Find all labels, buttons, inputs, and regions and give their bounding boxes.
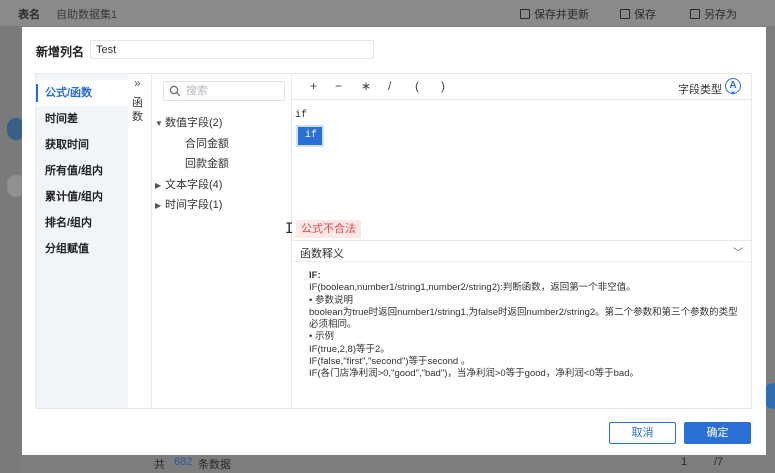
formula-editor-panel: + − ∗ / ( ) 字段类型 A ▼ if if 公式不合法 函数释义 ﹀ …: [292, 74, 751, 408]
category-all-values[interactable]: 所有值/组内: [36, 158, 128, 184]
function-tab-label: 函数: [132, 97, 143, 123]
page-number[interactable]: 1: [681, 456, 687, 468]
category-rank[interactable]: 排名/组内: [36, 210, 128, 236]
field-type-label: 字段类型: [678, 84, 722, 96]
caret-down-icon: ▼: [155, 119, 163, 128]
chevron-down-icon: ▼: [730, 91, 736, 97]
function-description-body: IF: IF(boolean,number1/string1,number2/s…: [309, 270, 739, 381]
total-prefix: 共: [154, 459, 165, 471]
description-line: IF:: [309, 270, 321, 281]
description-line: IF(各门店净利润>0,"good","bad")，当净利润>0等于good，净…: [309, 368, 640, 380]
description-line: IF(false,"first","second")等于second 。: [309, 356, 471, 368]
left-paren-button[interactable]: (: [415, 79, 419, 93]
operator-toolbar: + − ∗ / ( ) 字段类型 A ▼: [292, 74, 751, 100]
category-list: 公式/函数 时间差 获取时间 所有值/组内 累计值/组内 排名/组内 分组赋值: [36, 74, 128, 408]
chevron-down-icon[interactable]: ﹀: [733, 244, 743, 259]
app-left-strip: [0, 26, 20, 473]
dialog-title: 新增列名: [36, 45, 85, 59]
table-name-label: 表名: [18, 9, 40, 21]
field-search-box[interactable]: [163, 81, 285, 101]
formula-error-badge: 公式不合法: [296, 220, 361, 238]
field-tree-panel: ▼数值字段(2) 合同金额 回款金额 ▶文本字段(4) ▶时间字段(1): [152, 74, 292, 408]
category-cumulative[interactable]: 累计值/组内: [36, 184, 128, 210]
tree-node-time[interactable]: ▶ 时间字段(1): [155, 196, 222, 212]
confirm-button[interactable]: 确定: [684, 422, 751, 444]
save-as-icon: [690, 9, 700, 19]
save-icon: [620, 9, 630, 19]
description-title: 函数释义: [300, 248, 344, 260]
save-button[interactable]: 保存: [620, 6, 656, 22]
description-line: • 参数说明: [309, 294, 353, 306]
description-line: IF(boolean,number1/string1,number2/strin…: [309, 282, 636, 294]
category-formula[interactable]: 公式/函数: [36, 80, 128, 106]
field-contract-amount[interactable]: 合同金额: [185, 135, 229, 151]
save-and-update-button[interactable]: 保存并更新: [520, 6, 589, 22]
text-cursor-icon: I: [285, 221, 294, 237]
field-payment-amount[interactable]: 回款金额: [185, 155, 229, 171]
page-count: /7: [714, 456, 724, 468]
multiply-operator-button[interactable]: ∗: [361, 79, 371, 93]
plus-operator-button[interactable]: +: [310, 79, 317, 93]
save-as-button[interactable]: 另存为: [690, 6, 737, 22]
dataset-name[interactable]: 自助数据集1: [56, 6, 117, 22]
app-footer: 共 682 条数据 1 /7: [140, 453, 775, 473]
minus-operator-button[interactable]: −: [335, 79, 342, 93]
description-line: • 示例: [309, 331, 334, 343]
caret-right-icon: ▶: [155, 201, 162, 210]
function-description-header[interactable]: 函数释义 ﹀: [292, 240, 751, 262]
add-column-dialog: 新增列名 公式/函数 时间差 获取时间 所有值/组内 累计值/组内 排名/组内 …: [22, 27, 766, 455]
column-name-input[interactable]: [90, 40, 374, 59]
app-toolbar: 表名 自助数据集1 保存并更新 保存 另存为: [0, 0, 775, 26]
description-line: boolean为true时返回number1/string1,为false时返回…: [309, 306, 738, 331]
caret-right-icon: ▶: [155, 181, 162, 190]
cancel-button[interactable]: 取消: [609, 422, 676, 444]
category-group-assign[interactable]: 分组赋值: [36, 236, 128, 262]
double-chevron-right-icon[interactable]: »: [134, 76, 141, 90]
autocomplete-suggestion[interactable]: if: [296, 125, 324, 147]
function-panel-tab[interactable]: » 函数: [128, 74, 152, 408]
dialog-body: 公式/函数 时间差 获取时间 所有值/组内 累计值/组内 排名/组内 分组赋值 …: [35, 73, 752, 409]
tree-node-text[interactable]: ▶ 文本字段(4): [155, 176, 222, 192]
right-paren-button[interactable]: ): [441, 79, 445, 93]
tree-node-numeric[interactable]: ▼ 数值字段(2): [155, 114, 222, 130]
formula-input[interactable]: if: [295, 110, 307, 121]
save-update-icon: [520, 9, 530, 19]
total-count: 682: [174, 456, 193, 468]
total-suffix: 条数据: [198, 459, 231, 471]
search-icon: [169, 85, 181, 97]
divide-operator-button[interactable]: /: [388, 79, 391, 93]
description-line: IF(true,2,8)等于2。: [309, 343, 390, 355]
field-search-input[interactable]: [186, 84, 280, 98]
category-get-time[interactable]: 获取时间: [36, 132, 128, 158]
category-time-diff[interactable]: 时间差: [36, 106, 128, 132]
